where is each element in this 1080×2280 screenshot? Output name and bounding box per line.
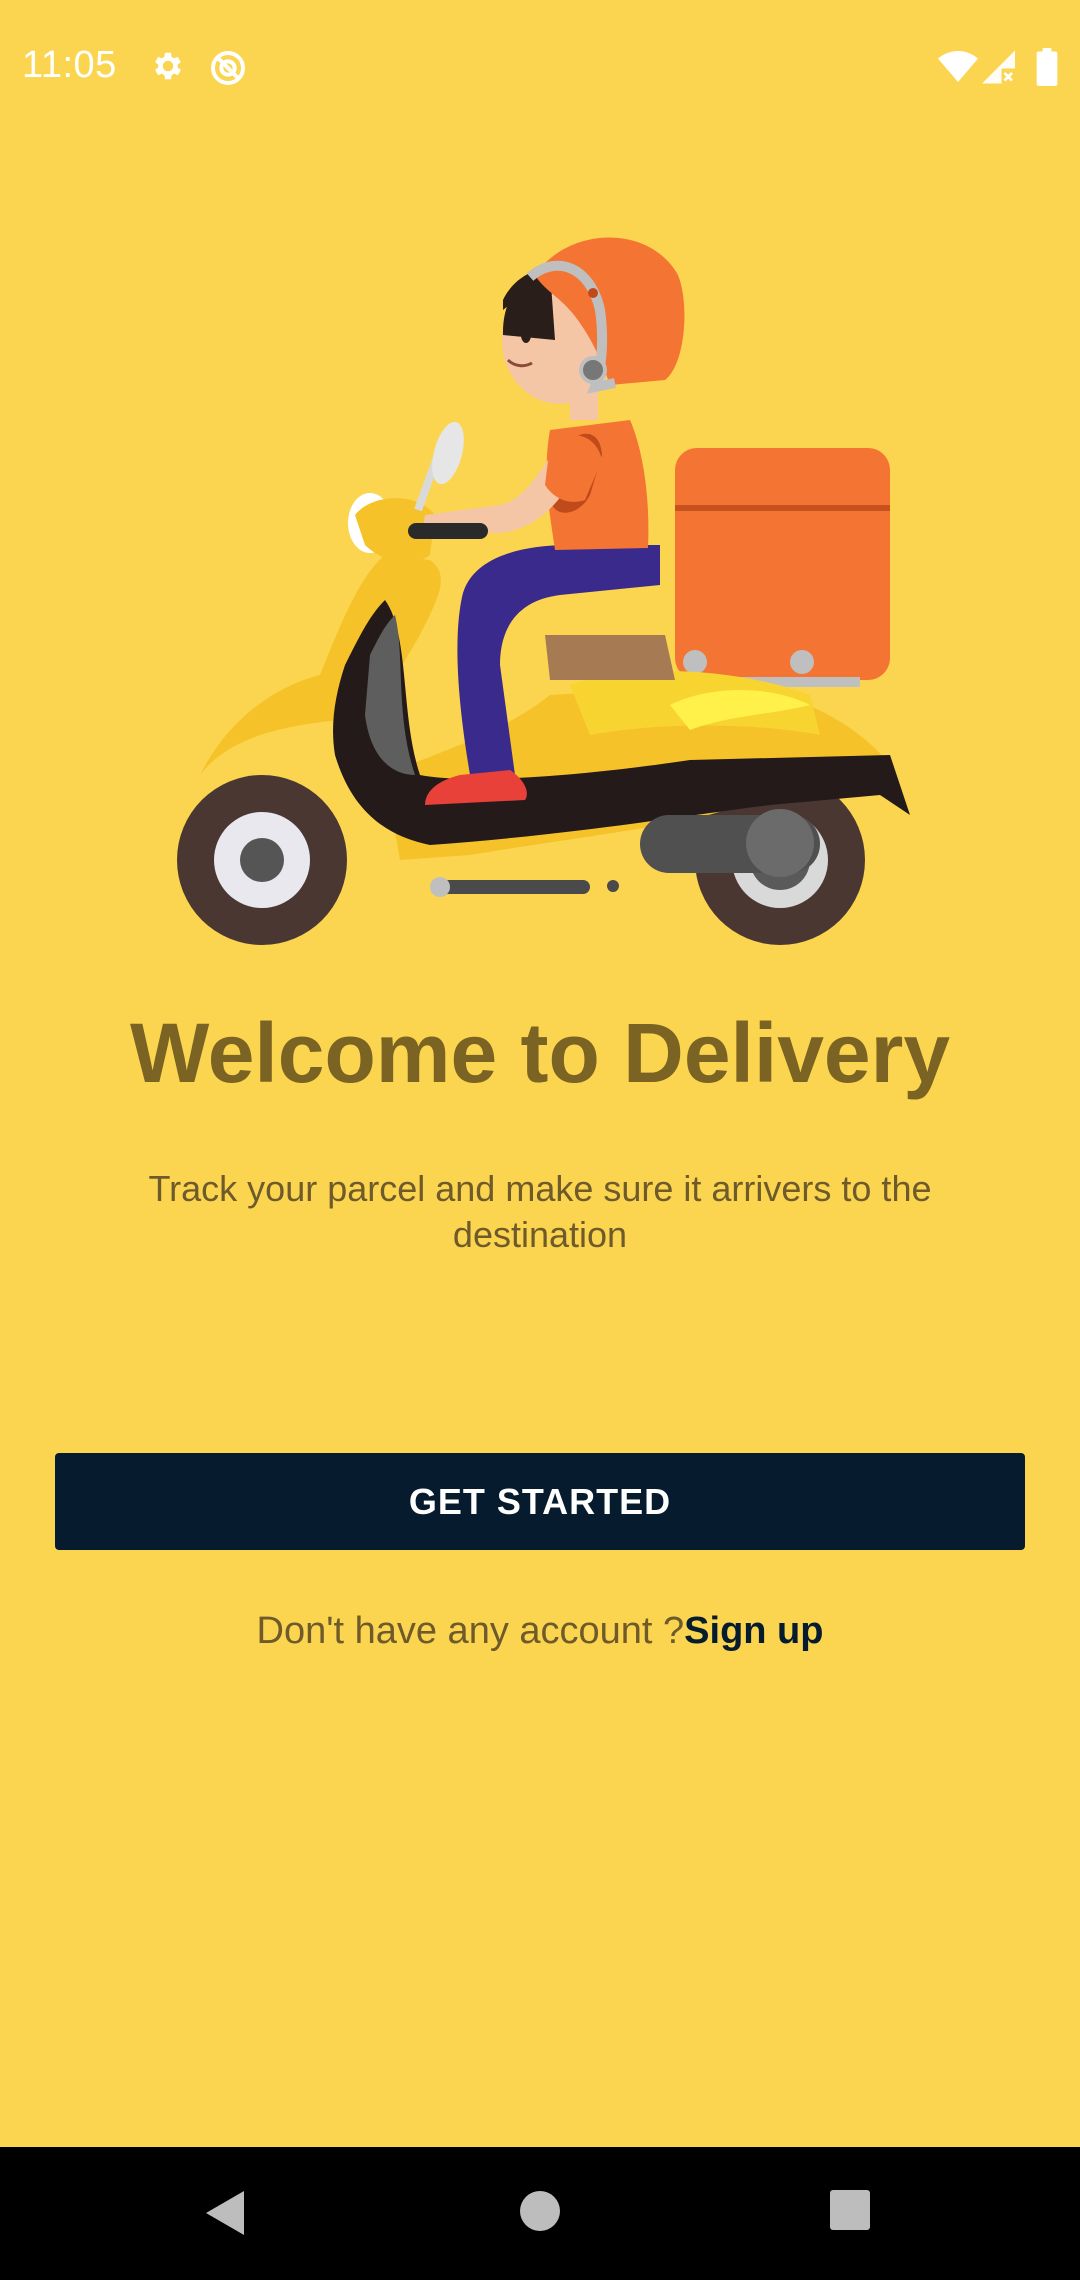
back-icon[interactable]	[204, 2189, 246, 2237]
welcome-title: Welcome to Delivery	[129, 1006, 951, 1100]
recents-icon[interactable]	[829, 2189, 871, 2231]
battery-icon	[1036, 48, 1058, 86]
signal-icon	[982, 50, 1015, 84]
get-started-button[interactable]: GET STARTED	[55, 1453, 1025, 1550]
status-time: 11:05	[22, 44, 117, 86]
signup-row: Don't have any account ?Sign up	[0, 1610, 1080, 1653]
home-icon[interactable]	[518, 2189, 562, 2233]
signup-prompt: Don't have any account ?	[256, 1610, 685, 1652]
do-not-disturb-icon	[211, 51, 245, 85]
welcome-subtitle: Track your parcel and make sure it arriv…	[148, 1168, 932, 1255]
gear-icon	[155, 52, 181, 80]
wifi-icon	[938, 51, 978, 82]
signup-link[interactable]: Sign up	[684, 1610, 823, 1652]
status-bar: 11:05	[0, 0, 1080, 135]
delivery-scooter-illustration	[177, 237, 910, 945]
navigation-bar	[0, 2147, 1080, 2280]
